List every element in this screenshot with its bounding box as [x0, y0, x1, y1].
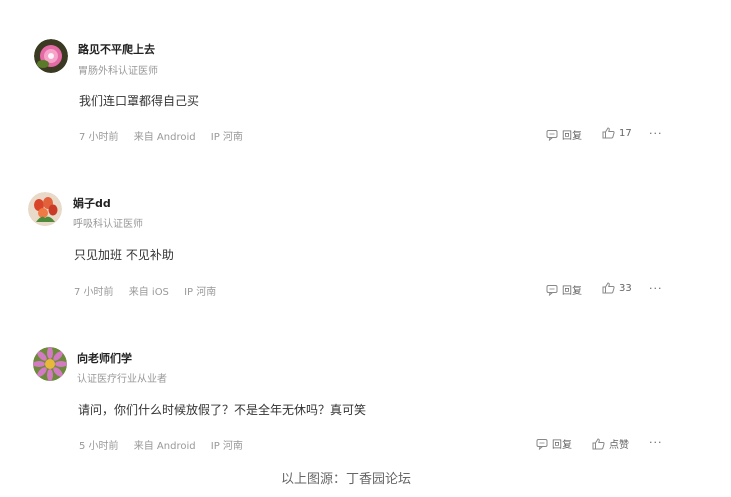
avatar[interactable]	[33, 347, 67, 381]
like-count: 33	[619, 282, 632, 294]
username[interactable]: 向老师们学	[77, 350, 132, 366]
user-role: 认证医疗行业从业者	[77, 374, 167, 385]
comment-device: 来自 Android	[133, 441, 196, 452]
comment-text: 只见加班 不见补助	[74, 248, 174, 262]
comment-item: 向老师们学 认证医疗行业从业者 请问，你们什么时候放假了？不是全年无休吗？真可笑…	[0, 0, 731, 452]
tulips-avatar-icon	[28, 192, 62, 226]
avatar[interactable]	[28, 192, 62, 226]
comment-location: IP 河南	[210, 441, 243, 452]
thumbs-up-icon	[602, 282, 615, 294]
thumbs-up-icon	[592, 437, 605, 449]
comment-page: 路见不平爬上去 胃肠外科认证医师 我们连口罩都得自己买 7 小时前 来自 And…	[0, 0, 731, 497]
username[interactable]: 娟子dd	[73, 195, 111, 211]
like-button[interactable]: 点赞	[592, 436, 629, 451]
comment-time: 7 小时前	[74, 287, 114, 298]
reply-button[interactable]: 回复	[546, 282, 582, 297]
like-label: 点赞	[609, 440, 629, 451]
comment-icon	[546, 284, 558, 296]
reply-label: 回复	[562, 286, 582, 297]
more-options-button[interactable]: ···	[649, 282, 663, 295]
reply-label: 回复	[552, 440, 572, 451]
comment-meta: 7 小时前 来自 iOS IP 河南	[74, 283, 228, 298]
comment-location: IP 河南	[184, 287, 217, 298]
more-options-button[interactable]: ···	[649, 436, 663, 449]
daisy-avatar-icon	[33, 347, 67, 381]
comment-meta: 5 小时前 来自 Android IP 河南	[79, 437, 255, 452]
like-button[interactable]: 33	[602, 282, 632, 294]
comment-device: 来自 iOS	[128, 287, 169, 298]
comment-icon	[536, 438, 548, 450]
comment-text: 请问，你们什么时候放假了？不是全年无休吗？真可笑	[78, 403, 367, 417]
user-role: 呼吸科认证医师	[73, 219, 143, 230]
reply-button[interactable]: 回复	[536, 436, 572, 451]
source-caption: 以上图源：丁香园论坛	[280, 472, 411, 487]
comment-time: 5 小时前	[79, 441, 119, 452]
